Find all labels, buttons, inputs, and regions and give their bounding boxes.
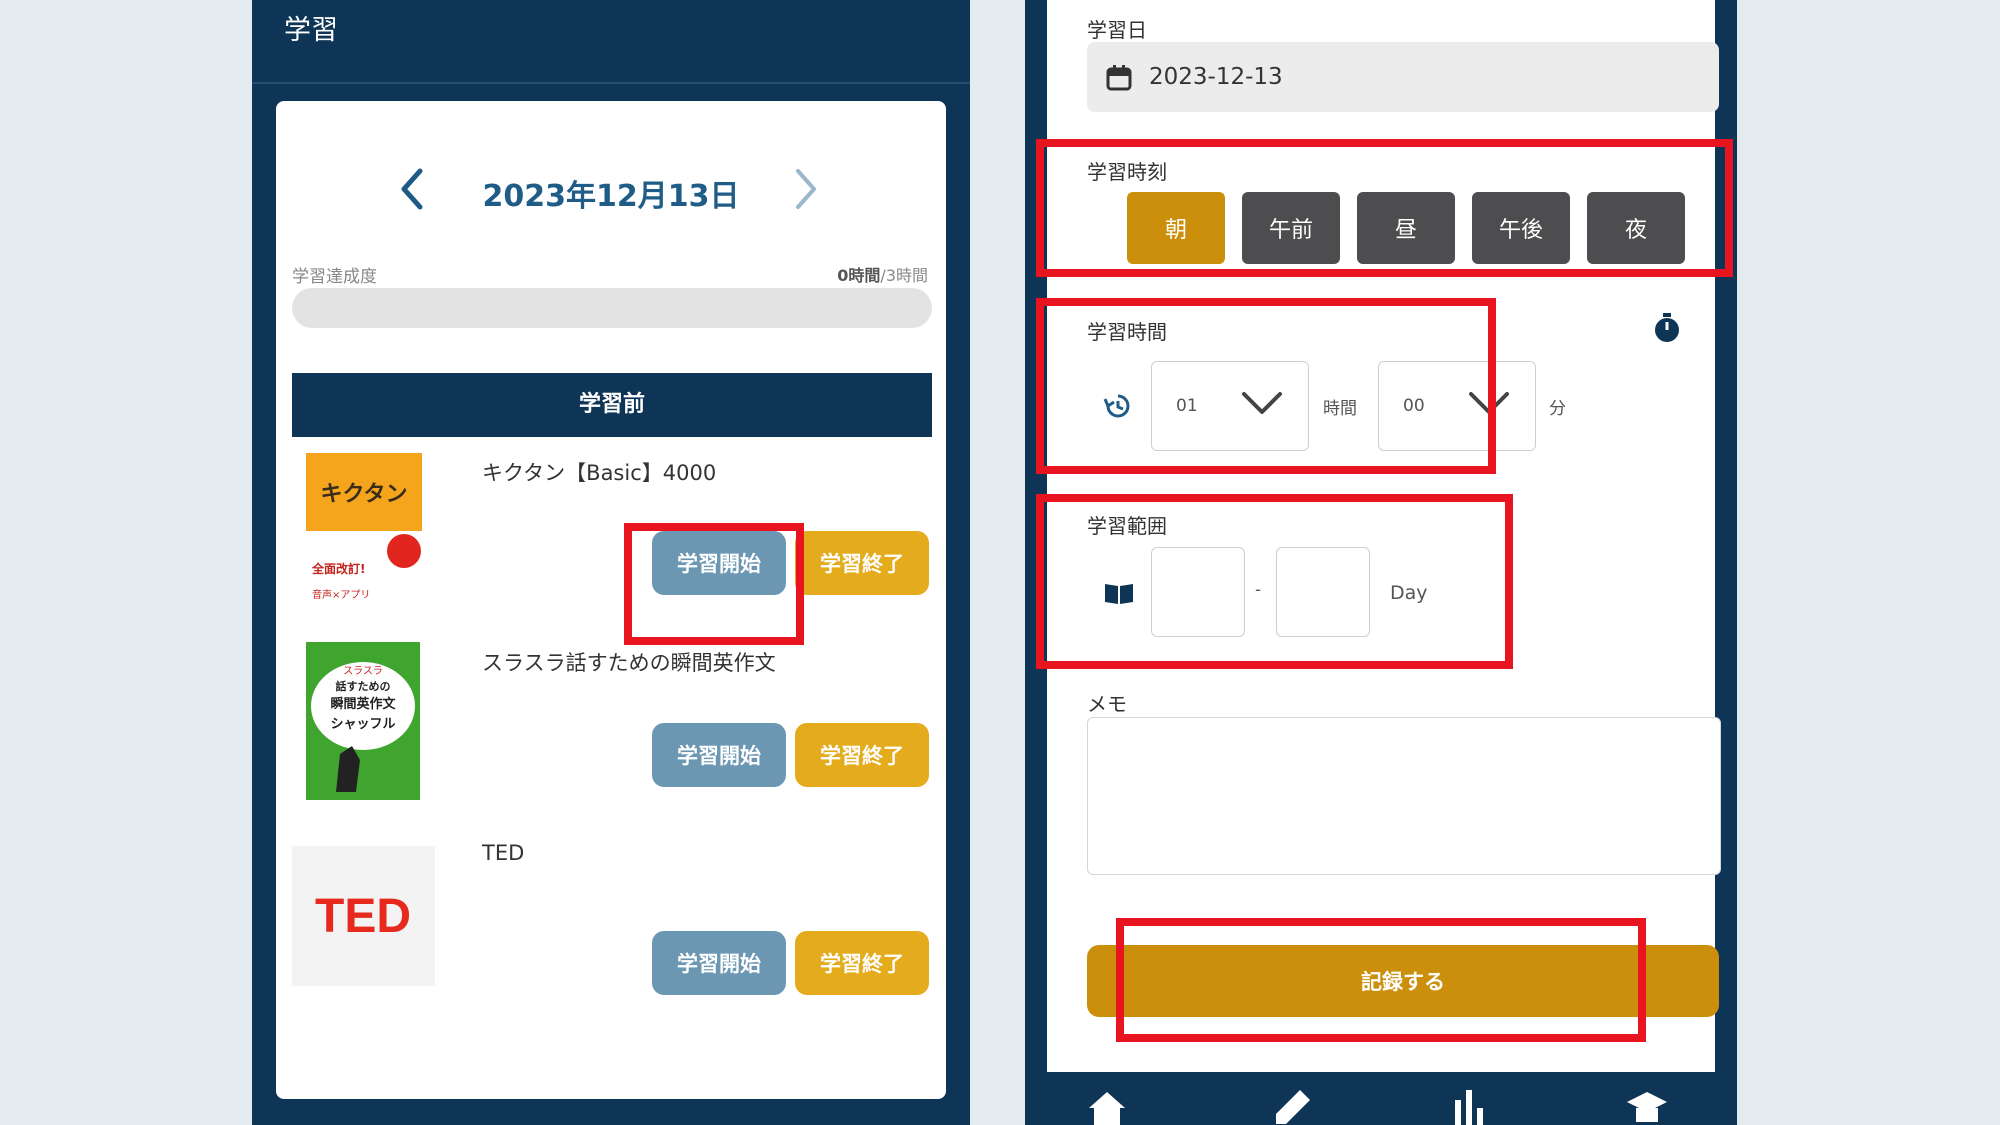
minutes-unit: 分 [1549, 399, 1566, 419]
bottom-nav [1025, 1072, 1737, 1125]
cover-line-2: 話すための [336, 679, 391, 693]
book-cover-kikutan: キクタン 全面改訂! 音声×アプリ [306, 453, 422, 611]
start-study-button[interactable]: 学習開始 [652, 931, 786, 995]
progress-value: 0時間/3時間 [837, 262, 928, 286]
highlight-box [1116, 918, 1646, 1042]
highlight-box [1036, 298, 1496, 474]
cover-line-1: スラスラ [343, 665, 383, 677]
cover-line-4: シャッフル [330, 717, 395, 732]
book-cover-surasura: スラスラ 話すための 瞬間英作文 シャッフル [306, 642, 420, 800]
memo-textarea[interactable] [1087, 717, 1721, 875]
chevron-right-icon [796, 169, 816, 209]
cover-footer-text: 音声×アプリ [312, 588, 370, 601]
cover-subtitle-text: 全面改訂! [311, 561, 365, 576]
study-date-label: 学習日 [1087, 18, 1147, 42]
end-study-button[interactable]: 学習終了 [795, 723, 929, 787]
calendar-icon [1106, 65, 1132, 91]
study-card: 2023年12月13日 学習達成度 0時間/3時間 学習前 キクタン 全面改訂!… [276, 101, 946, 1099]
chart-icon[interactable] [1449, 1086, 1489, 1125]
highlight-box [1036, 494, 1513, 669]
header-title: 学習 [284, 15, 338, 46]
start-study-button[interactable]: 学習開始 [652, 723, 786, 787]
cover-line-3: 瞬間英作文 [330, 696, 396, 712]
pencil-icon[interactable] [1272, 1088, 1312, 1125]
item-title: TED [482, 841, 525, 865]
previous-day-button[interactable] [396, 165, 426, 217]
highlight-box [624, 523, 804, 645]
end-study-button[interactable]: 学習終了 [795, 531, 929, 595]
progress-total: /3時間 [880, 266, 928, 285]
stopwatch-icon[interactable] [1653, 312, 1681, 344]
right-phone-screen: 学習日 2023-12-13 学習時刻 朝 午前 昼 午後 夜 学習時間 01 … [1025, 0, 1737, 1125]
graduation-cap-icon[interactable] [1625, 1088, 1669, 1125]
home-icon[interactable] [1087, 1090, 1127, 1125]
next-day-button[interactable] [792, 165, 822, 217]
progress-done: 0時間 [837, 266, 881, 285]
chevron-left-icon [401, 168, 423, 210]
status-header: 学習前 [292, 373, 932, 437]
item-title: キクタン【Basic】4000 [482, 461, 717, 485]
progress-label: 学習達成度 [292, 267, 377, 287]
header-divider [252, 82, 970, 84]
ted-logo-text: TED [315, 890, 411, 943]
study-date-field[interactable]: 2023-12-13 [1087, 42, 1719, 112]
left-phone-screen: 学習 2023年12月13日 学習達成度 0時間/3時間 学習前 キクタン 全面… [252, 0, 970, 1125]
study-date-value: 2023-12-13 [1149, 64, 1283, 90]
bottom-bar [252, 1100, 970, 1125]
highlight-box [1036, 139, 1733, 277]
current-date-title: 2023年12月13日 [482, 179, 740, 214]
cover-title-text: キクタン [320, 482, 407, 507]
ted-logo: TED [292, 846, 435, 986]
progress-bar [292, 288, 932, 328]
item-title: スラスラ話すための瞬間英作文 [482, 651, 776, 675]
end-study-button[interactable]: 学習終了 [795, 931, 929, 995]
memo-label: メモ [1087, 692, 1127, 716]
